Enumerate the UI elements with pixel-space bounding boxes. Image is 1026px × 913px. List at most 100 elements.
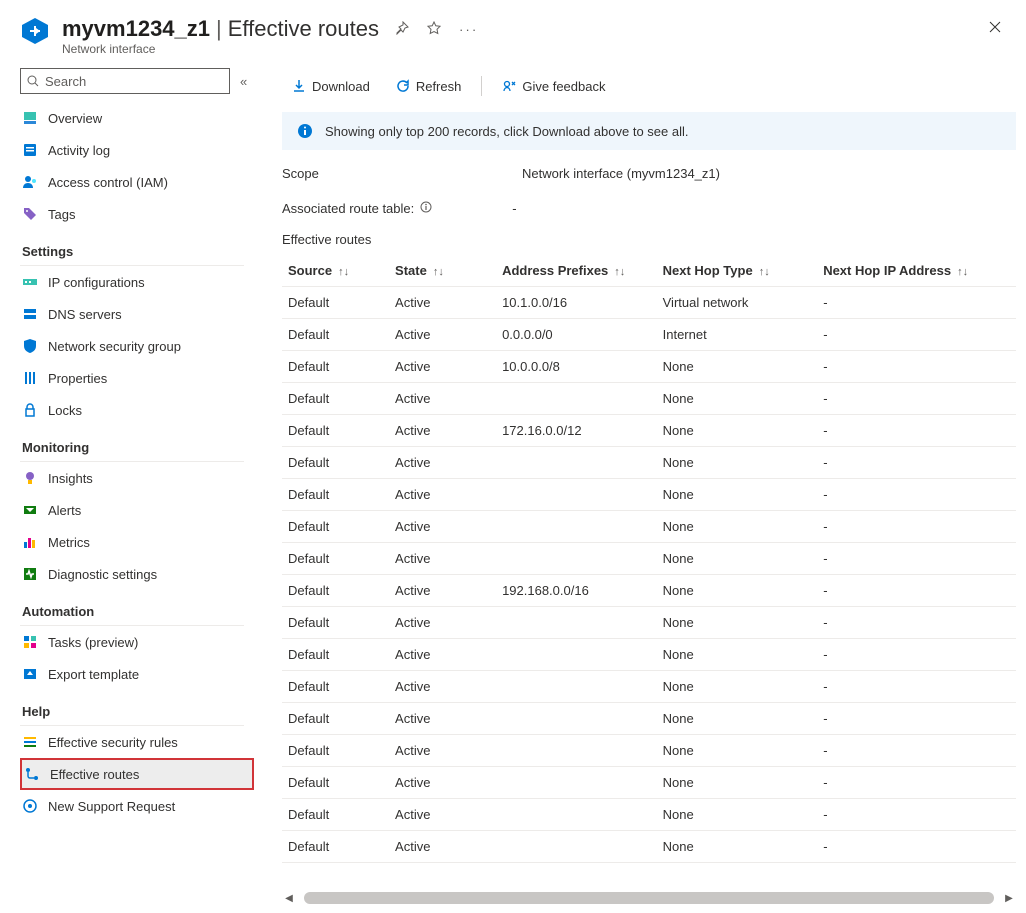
cell-source: Default (282, 479, 389, 511)
sidebar-item-new-support-request[interactable]: New Support Request (20, 790, 264, 822)
table-row[interactable]: DefaultActiveNone-- (282, 447, 1016, 479)
cell-state: Active (389, 607, 496, 639)
sidebar-item-alerts[interactable]: Alerts (20, 494, 264, 526)
favorite-button[interactable] (423, 17, 445, 42)
table-row[interactable]: DefaultActiveNone-- (282, 383, 1016, 415)
cell-nht: None (657, 607, 818, 639)
pin-button[interactable] (391, 17, 413, 42)
cell-nht: None (657, 671, 818, 703)
toolbar-separator (481, 76, 482, 96)
security-rules-icon (22, 734, 38, 750)
sidebar-item-label: Insights (48, 471, 93, 486)
table-row[interactable]: DefaultActiveNone-- (282, 767, 1016, 799)
table-row[interactable]: DefaultActiveNone-- (282, 607, 1016, 639)
cell-prefixes: 0.0.0.0/0 (496, 319, 657, 351)
cell-us: - (1010, 383, 1016, 415)
table-row[interactable]: DefaultActive0.0.0.0/0Internet-- (282, 319, 1016, 351)
sidebar-item-metrics[interactable]: Metrics (20, 526, 264, 558)
search-placeholder: Search (45, 74, 86, 89)
support-icon (22, 798, 38, 814)
blade-header: myvm1234_z1 | Effective routes ··· Netwo… (0, 0, 1026, 62)
sidebar-item-activity-log[interactable]: Activity log (20, 134, 264, 166)
table-row[interactable]: DefaultActive172.16.0.0/12None-- (282, 415, 1016, 447)
cell-source: Default (282, 735, 389, 767)
cell-nhip: - (817, 287, 1010, 319)
sidebar-item-label: Tasks (preview) (48, 635, 138, 650)
cell-nhip: - (817, 543, 1010, 575)
cell-source: Default (282, 351, 389, 383)
info-hint-icon[interactable] (420, 201, 432, 216)
dns-icon (22, 306, 38, 322)
table-row[interactable]: DefaultActiveNone-- (282, 703, 1016, 735)
sidebar-item-access-control[interactable]: Access control (IAM) (20, 166, 264, 198)
table-row[interactable]: DefaultActiveNone-- (282, 799, 1016, 831)
cell-nhip: - (817, 607, 1010, 639)
collapse-sidebar-button[interactable]: « (238, 72, 249, 91)
download-button[interactable]: Download (282, 75, 380, 98)
sidebar-item-properties[interactable]: Properties (20, 362, 264, 394)
sidebar-item-diagnostic-settings[interactable]: Diagnostic settings (20, 558, 264, 590)
column-header-source[interactable]: Source↑↓ (282, 255, 389, 287)
routes-table: Source↑↓ State↑↓ Address Prefixes↑↓ Next… (282, 255, 1016, 863)
sidebar-search[interactable]: Search (20, 68, 230, 94)
table-row[interactable]: DefaultActive10.0.0.0/8None-- (282, 351, 1016, 383)
cell-nhip: - (817, 351, 1010, 383)
cell-prefixes: 10.0.0.0/8 (496, 351, 657, 383)
sidebar-item-insights[interactable]: Insights (20, 462, 264, 494)
page-title: Effective routes (228, 16, 379, 42)
sidebar-item-nsg[interactable]: Network security group (20, 330, 264, 362)
cell-state: Active (389, 639, 496, 671)
sidebar-group-help: Help (20, 690, 244, 726)
cell-us: - (1010, 799, 1016, 831)
sidebar-item-locks[interactable]: Locks (20, 394, 264, 426)
cell-nhip: - (817, 831, 1010, 863)
sidebar-item-export-template[interactable]: Export template (20, 658, 264, 690)
more-button[interactable]: ··· (455, 18, 482, 41)
column-header-state[interactable]: State↑↓ (389, 255, 496, 287)
table-row[interactable]: DefaultActiveNone-- (282, 831, 1016, 863)
sidebar-item-dns-servers[interactable]: DNS servers (20, 298, 264, 330)
column-header-address-prefixes[interactable]: Address Prefixes↑↓ (496, 255, 657, 287)
table-row[interactable]: DefaultActiveNone-- (282, 735, 1016, 767)
shield-icon (22, 338, 38, 354)
sidebar-item-effective-routes[interactable]: Effective routes (20, 758, 254, 790)
cell-us: - (1010, 671, 1016, 703)
scroll-thumb[interactable] (304, 892, 994, 904)
table-row[interactable]: DefaultActiveNone-- (282, 543, 1016, 575)
cell-state: Active (389, 479, 496, 511)
cell-nht: None (657, 639, 818, 671)
export-template-icon (22, 666, 38, 682)
table-row[interactable]: DefaultActiveNone-- (282, 479, 1016, 511)
feedback-button[interactable]: Give feedback (492, 75, 615, 98)
table-row[interactable]: DefaultActiveNone-- (282, 671, 1016, 703)
sidebar-item-ip-configurations[interactable]: IP configurations (20, 266, 264, 298)
cell-nht: None (657, 415, 818, 447)
column-header-next-hop-ip[interactable]: Next Hop IP Address↑↓ (817, 255, 1010, 287)
table-row[interactable]: DefaultActiveNone-- (282, 511, 1016, 543)
tags-icon (22, 206, 38, 222)
column-header-next-hop-type[interactable]: Next Hop Type↑↓ (657, 255, 818, 287)
cell-state: Active (389, 831, 496, 863)
cell-source: Default (282, 543, 389, 575)
cell-nht: None (657, 735, 818, 767)
column-header-us[interactable]: Us (1010, 255, 1016, 287)
table-row[interactable]: DefaultActiveNone-- (282, 639, 1016, 671)
cell-state: Active (389, 415, 496, 447)
sort-icon: ↑↓ (338, 266, 349, 278)
table-row[interactable]: DefaultActive192.168.0.0/16None-- (282, 575, 1016, 607)
cell-source: Default (282, 799, 389, 831)
sidebar-item-effective-security-rules[interactable]: Effective security rules (20, 726, 264, 758)
insights-icon (22, 470, 38, 486)
sidebar-item-overview[interactable]: Overview (20, 102, 264, 134)
cell-state: Active (389, 287, 496, 319)
scope-value: Network interface (myvm1234_z1) (522, 166, 720, 181)
info-banner-text: Showing only top 200 records, click Down… (325, 124, 689, 139)
cell-us: - (1010, 543, 1016, 575)
horizontal-scrollbar[interactable]: ◀ ▶ (282, 891, 1016, 905)
refresh-button[interactable]: Refresh (386, 75, 472, 98)
sidebar-item-tasks[interactable]: Tasks (preview) (20, 626, 264, 658)
close-button[interactable] (984, 16, 1006, 43)
sidebar-item-tags[interactable]: Tags (20, 198, 264, 230)
table-row[interactable]: DefaultActive10.1.0.0/16Virtual network-… (282, 287, 1016, 319)
sidebar-item-label: Tags (48, 207, 75, 222)
